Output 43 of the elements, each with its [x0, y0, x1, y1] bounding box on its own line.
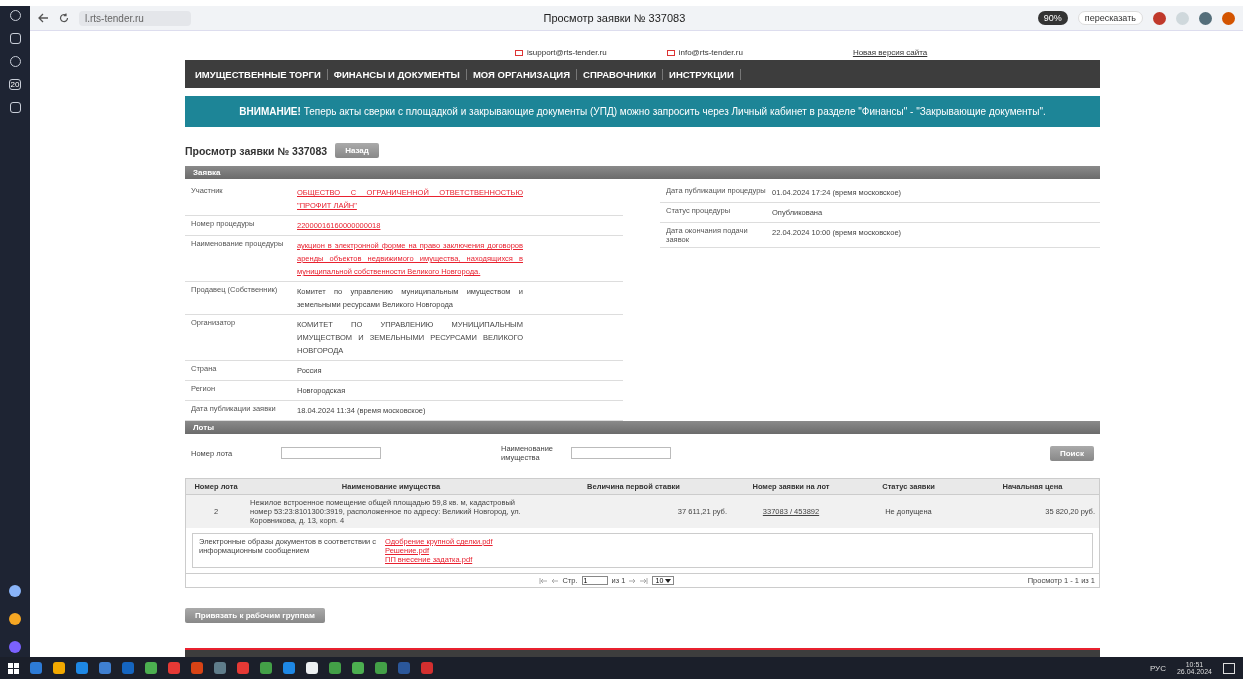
app-icon[interactable] [352, 662, 364, 674]
nav-item[interactable]: СПРАВОЧНИКИ [577, 68, 664, 80]
extension-icon[interactable] [1199, 11, 1212, 25]
nav-item[interactable]: ИНСТРУКЦИИ [663, 68, 741, 80]
caret-icon [665, 579, 672, 583]
nav-item[interactable]: МОЯ ОРГАНИЗАЦИЯ [466, 68, 578, 80]
app-icon[interactable] [145, 662, 157, 674]
app-icon[interactable] [260, 662, 272, 674]
language-indicator[interactable]: РУС [1149, 663, 1166, 673]
extension-icon[interactable] [1222, 11, 1235, 25]
app-icon[interactable] [329, 662, 341, 674]
sidebar-badge[interactable]: 20 [8, 79, 22, 90]
notification-icon[interactable] [1223, 662, 1235, 674]
retell-button[interactable]: пересказать [1077, 11, 1143, 25]
next-page-icon[interactable] [629, 577, 637, 584]
app-icon[interactable] [9, 585, 21, 597]
heading: Просмотр заявки № 337083 [185, 144, 328, 157]
last-page-icon[interactable] [640, 577, 649, 584]
email-link[interactable]: info@rts-tender.ru [678, 48, 743, 57]
lot-number-field[interactable] [281, 447, 381, 459]
email-link[interactable]: isupport@rts-tender.ru [527, 48, 607, 57]
app-icon[interactable] [306, 662, 318, 674]
reload-icon[interactable] [59, 13, 69, 23]
page-title: Просмотр заявки № 337083 [542, 12, 687, 24]
app-icon[interactable] [53, 662, 65, 674]
new-site-link[interactable]: Новая версия сайта [852, 48, 928, 57]
address-bar[interactable]: l.rts-tender.ru [79, 10, 191, 26]
extension-icon[interactable] [1153, 11, 1166, 25]
section-header: Лоты [185, 421, 1100, 434]
envelope-icon [666, 49, 675, 56]
envelope-icon [515, 49, 523, 56]
back-icon[interactable] [38, 13, 49, 23]
app-icon[interactable] [9, 613, 21, 625]
property-name-field[interactable] [571, 447, 671, 459]
first-page-icon[interactable] [539, 577, 548, 584]
start-icon[interactable] [8, 662, 19, 674]
notice-banner: ВНИМАНИЕ! Теперь акты сверки с площадкой и закрывающие документы (УПД) можно запросить через Личный кабинет в разделе "Финансы" - "Закрывающие документы". [185, 96, 1100, 127]
previous-page-icon[interactable] [551, 577, 559, 584]
app-icon[interactable] [375, 662, 387, 674]
section-header: Заявка [185, 166, 1100, 179]
nav-item[interactable]: ИМУЩЕСТВЕННЫЕ ТОРГИ [189, 68, 328, 80]
nav-item[interactable]: ФИНАНСЫ И ДОКУМЕНТЫ [327, 68, 467, 80]
zoom-badge[interactable]: 90% [1037, 11, 1068, 25]
